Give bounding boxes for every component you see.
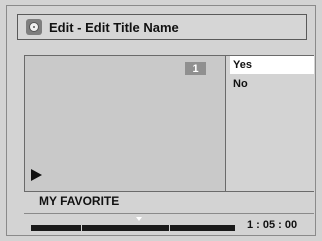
disc-shape	[29, 22, 39, 32]
separator	[24, 213, 314, 214]
menu-item-no[interactable]: No	[230, 75, 314, 93]
time-display: 1 : 05 : 00	[247, 219, 298, 231]
disc-icon	[26, 19, 42, 35]
menu-item-yes[interactable]: Yes	[230, 56, 314, 74]
page-title: Edit - Edit Title Name	[49, 19, 179, 35]
progress-segment-divider	[81, 225, 82, 231]
title-number-badge: 1	[185, 62, 206, 75]
marker-triangle-icon	[136, 217, 142, 221]
play-icon	[31, 169, 42, 181]
progress-segment-divider	[169, 225, 170, 231]
title-bar: Edit - Edit Title Name	[17, 14, 307, 40]
video-preview	[24, 55, 225, 191]
divider	[24, 191, 314, 192]
program-name: MY FAVORITE	[39, 194, 120, 208]
progress-bar	[31, 225, 235, 231]
